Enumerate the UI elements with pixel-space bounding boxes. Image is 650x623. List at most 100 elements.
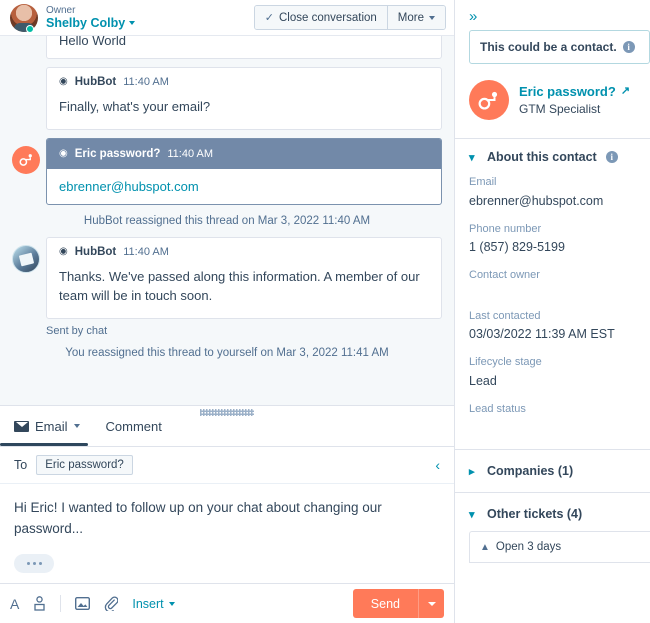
about-contact-section: ▾ About this contact i Email ebrenner@hu… [455, 138, 650, 449]
hubbot-avatar [12, 244, 40, 273]
property-label: Last contacted [469, 309, 541, 322]
hubspot-sprocket-avatar [12, 145, 40, 174]
message-gutter [12, 67, 46, 75]
info-icon[interactable]: i [622, 41, 635, 53]
property-value[interactable] [469, 417, 636, 431]
contact-hint-banner: This could be a contact. i [469, 30, 650, 64]
property-label: Contact owner [469, 269, 540, 281]
message-thread[interactable]: Hello World ◉ HubBot 11:40 AM Finally, w… [0, 36, 454, 405]
composer-toolbar: A Insert Send [0, 583, 454, 623]
token-glyph [34, 596, 45, 611]
tab-email[interactable]: Email [0, 406, 87, 446]
send-options-button[interactable] [418, 589, 444, 618]
message-card[interactable]: ◉ HubBot 11:40 AM Finally, what's your e… [46, 67, 442, 130]
chat-bubble-icon: ◉ [59, 147, 68, 159]
message-row: ◉ HubBot 11:40 AM Thanks. We've passed a… [12, 236, 442, 319]
ticket-status: Open 3 days [495, 541, 562, 553]
chevron-down-icon [429, 15, 435, 20]
property-email: Email ebrenner@hubspot.com [469, 164, 636, 211]
message-time: 11:40 AM [123, 76, 169, 88]
chevron-down-icon [73, 424, 80, 428]
contact-avatar [469, 80, 509, 120]
companies-header[interactable]: ▸ Companies (1) [469, 464, 636, 478]
chevron-down-icon [129, 21, 136, 26]
send-button[interactable]: Send [352, 589, 418, 618]
owner-name-dropdown[interactable]: Shelby Colby [46, 16, 136, 31]
contact-name-link[interactable]: Eric password? ↗ [519, 83, 630, 101]
companies-title: Companies (1) [487, 464, 574, 478]
typing-dot [38, 562, 42, 565]
chat-bubble-icon: ◉ [59, 76, 68, 87]
more-label: More [397, 11, 424, 24]
check-icon: ✓ [264, 12, 274, 24]
property-value[interactable]: ebrenner@hubspot.com [469, 191, 636, 211]
message-email-link[interactable]: ebrenner@hubspot.com [47, 169, 441, 204]
message-row-selected: ◉ Eric password? 11:40 AM ebrenner@hubsp… [12, 137, 442, 205]
contact-hint-text: This could be a contact. [480, 40, 617, 54]
typing-dot [26, 562, 30, 565]
other-tickets-header[interactable]: ▾ Other tickets (4) [469, 507, 636, 521]
owner-label: Owner [46, 4, 76, 16]
collapse-chevron-icon[interactable]: ‹ [435, 457, 440, 473]
about-contact-header[interactable]: ▾ About this contact i [469, 150, 636, 164]
property-contact-owner: Contact owner [469, 257, 636, 298]
image-glyph [75, 597, 91, 610]
message-row: ◉ HubBot 11:40 AM Finally, what's your e… [12, 67, 442, 130]
more-button[interactable]: More [386, 6, 445, 29]
owner-avatar [10, 3, 38, 33]
message-card[interactable]: ◉ HubBot 11:40 AM Thanks. We've passed a… [46, 236, 442, 319]
message-time: 11:40 AM [167, 147, 214, 160]
to-recipient-token[interactable]: Eric password? [36, 455, 133, 475]
font-format-icon[interactable]: A [10, 596, 19, 612]
contact-summary-card: Eric password? ↗ GTM Specialist [455, 64, 650, 138]
header-button-group: ✓ Close conversation More [253, 5, 446, 30]
message-card[interactable]: ◉ Eric password? 11:40 AM ebrenner@hubsp… [46, 137, 442, 205]
owner-block: Owner Shelby Colby [46, 4, 136, 31]
sprocket-icon [478, 91, 498, 110]
message-gutter [12, 36, 46, 44]
ticket-card[interactable]: ▲ Open 3 days [469, 531, 650, 563]
app-root: Owner Shelby Colby ✓ Close conversation … [0, 0, 650, 623]
companies-section: ▸ Companies (1) [455, 449, 650, 492]
message-header: ◉ HubBot 11:40 AM [47, 68, 441, 90]
message-header-selected: ◉ Eric password? 11:40 AM [47, 138, 441, 169]
info-icon[interactable]: i [605, 151, 618, 163]
property-value[interactable]: 1 (857) 829-5199 [469, 237, 636, 257]
property-value[interactable] [469, 284, 636, 298]
contact-role: GTM Specialist [519, 101, 601, 116]
close-conversation-button[interactable]: ✓ Close conversation [254, 6, 387, 29]
message-gutter [12, 237, 46, 273]
property-value[interactable]: 03/03/2022 11:39 AM EST [469, 324, 636, 344]
property-lead-status: Lead status [469, 391, 636, 444]
message-editor[interactable]: Hi Eric! I wanted to follow up on your c… [0, 484, 454, 548]
property-value[interactable]: Lead [469, 371, 636, 391]
chevron-right-icon: ▸ [469, 465, 475, 478]
external-link-icon: ↗ [620, 85, 631, 98]
owner-name-text: Shelby Colby [46, 16, 126, 31]
about-contact-title: About this contact [487, 150, 597, 164]
image-icon[interactable] [75, 597, 91, 610]
tab-comment[interactable]: Comment [106, 406, 162, 446]
insert-label: Insert [132, 596, 164, 611]
attachment-icon[interactable] [104, 596, 119, 611]
conversation-header: Owner Shelby Colby ✓ Close conversation … [0, 0, 454, 36]
contact-meta: Eric password? ↗ GTM Specialist [519, 83, 630, 117]
expand-sidebar-button[interactable]: » [455, 0, 650, 28]
chevron-down-icon: ▾ [469, 151, 475, 164]
message-channel-label: Sent by chat [46, 324, 108, 337]
message-sender: Eric password? [74, 147, 161, 160]
system-message: You reassigned this thread to yourself o… [65, 346, 389, 359]
paperclip-glyph [105, 596, 119, 611]
personalization-token-icon[interactable] [33, 596, 46, 611]
message-card[interactable]: Hello World [46, 36, 442, 59]
message-body: Hello World [59, 36, 126, 48]
property-label: Lead status [469, 402, 526, 415]
message-sender: HubBot [74, 245, 117, 258]
chevron-down-icon [427, 601, 436, 606]
ticket-icon: ▲ [480, 541, 490, 553]
property-label: Email [469, 176, 497, 188]
composer-resize-handle[interactable] [200, 409, 254, 416]
insert-button[interactable]: Insert [132, 596, 175, 611]
message-body: Finally, what's your email? [59, 99, 211, 114]
conversation-panel: Owner Shelby Colby ✓ Close conversation … [0, 0, 455, 623]
